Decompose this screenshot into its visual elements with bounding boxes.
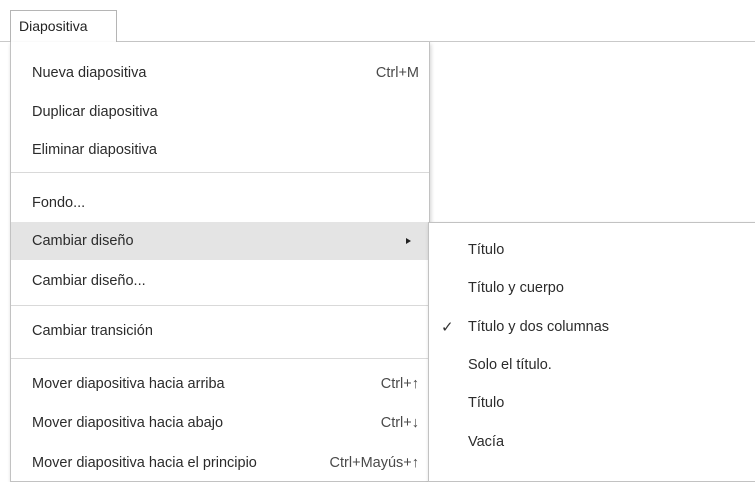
menu-item-mover-abajo[interactable]: Mover diapositiva hacia abajo Ctrl+↓ — [11, 404, 429, 442]
menu-item-label: Cambiar diseño... — [32, 273, 146, 289]
submenu-arrow-icon — [406, 238, 411, 244]
menu-diapositiva[interactable]: Diapositiva — [10, 10, 117, 43]
menu-separator — [11, 305, 429, 306]
submenu-item-label: Vacía — [468, 434, 505, 450]
menu-item-shortcut: Ctrl+↑ — [380, 376, 419, 392]
menu-separator — [11, 172, 429, 173]
submenu-item-label: Título y dos columnas — [468, 319, 610, 335]
menu-item-mover-principio[interactable]: Mover diapositiva hacia el principio Ctr… — [11, 444, 429, 482]
submenu-item-label: Título y cuerpo — [468, 280, 564, 296]
submenu-item-titulo[interactable]: Título — [429, 232, 755, 269]
menu-item-label: Eliminar diapositiva — [32, 142, 157, 158]
menu-item-cambiar-transicion[interactable]: Cambiar transición — [11, 312, 429, 350]
submenu-item-titulo-y-cuerpo[interactable]: Título y cuerpo — [429, 270, 755, 307]
menu-item-label: Nueva diapositiva — [32, 65, 147, 81]
menu-item-label: Mover diapositiva hacia abajo — [32, 415, 224, 431]
submenu-item-titulo-y-dos-columnas[interactable]: ✓ Título y dos columnas — [429, 309, 755, 346]
menu-item-shortcut: Ctrl+Mayús+↑ — [329, 455, 419, 471]
menu-item-fondo[interactable]: Fondo... — [11, 184, 429, 222]
submenu-item-label: Título — [468, 242, 505, 258]
menu-item-nueva-diapositiva[interactable]: Nueva diapositiva Ctrl+M — [11, 54, 429, 92]
checkmark-icon: ✓ — [441, 319, 454, 336]
menu-item-duplicar-diapositiva[interactable]: Duplicar diapositiva — [11, 93, 429, 131]
submenu-item-titulo-2[interactable]: Título — [429, 385, 755, 422]
menu-item-cambiar-diseno-submenu[interactable]: Cambiar diseño — [11, 222, 429, 260]
menu-item-label: Mover diapositiva hacia arriba — [32, 376, 225, 392]
menu-bar: Diapositiva — [0, 0, 755, 43]
menu-item-eliminar-diapositiva[interactable]: Eliminar diapositiva — [11, 131, 429, 169]
submenu-item-vacia[interactable]: Vacía — [429, 424, 755, 461]
menu-item-cambiar-diseno-dialog[interactable]: Cambiar diseño... — [11, 262, 429, 300]
menu-item-shortcut: Ctrl+↓ — [380, 415, 419, 431]
cambiar-diseno-submenu: Título Título y cuerpo ✓ Título y dos co… — [428, 222, 755, 482]
menu-separator — [11, 358, 429, 359]
menu-item-shortcut: Ctrl+M — [375, 65, 419, 81]
menu-item-label: Mover diapositiva hacia el principio — [32, 455, 257, 471]
submenu-item-label: Título — [468, 395, 505, 411]
submenu-item-label: Solo el título. — [468, 357, 552, 373]
diapositiva-dropdown-menu: Nueva diapositiva Ctrl+M Duplicar diapos… — [10, 42, 430, 482]
menu-item-label: Cambiar diseño — [32, 233, 134, 249]
submenu-item-solo-el-titulo[interactable]: Solo el título. — [429, 347, 755, 384]
menu-item-mover-arriba[interactable]: Mover diapositiva hacia arriba Ctrl+↑ — [11, 365, 429, 403]
menu-item-label: Fondo... — [32, 195, 86, 211]
menu-item-label: Cambiar transición — [32, 323, 153, 339]
menu-item-label: Duplicar diapositiva — [32, 104, 158, 120]
